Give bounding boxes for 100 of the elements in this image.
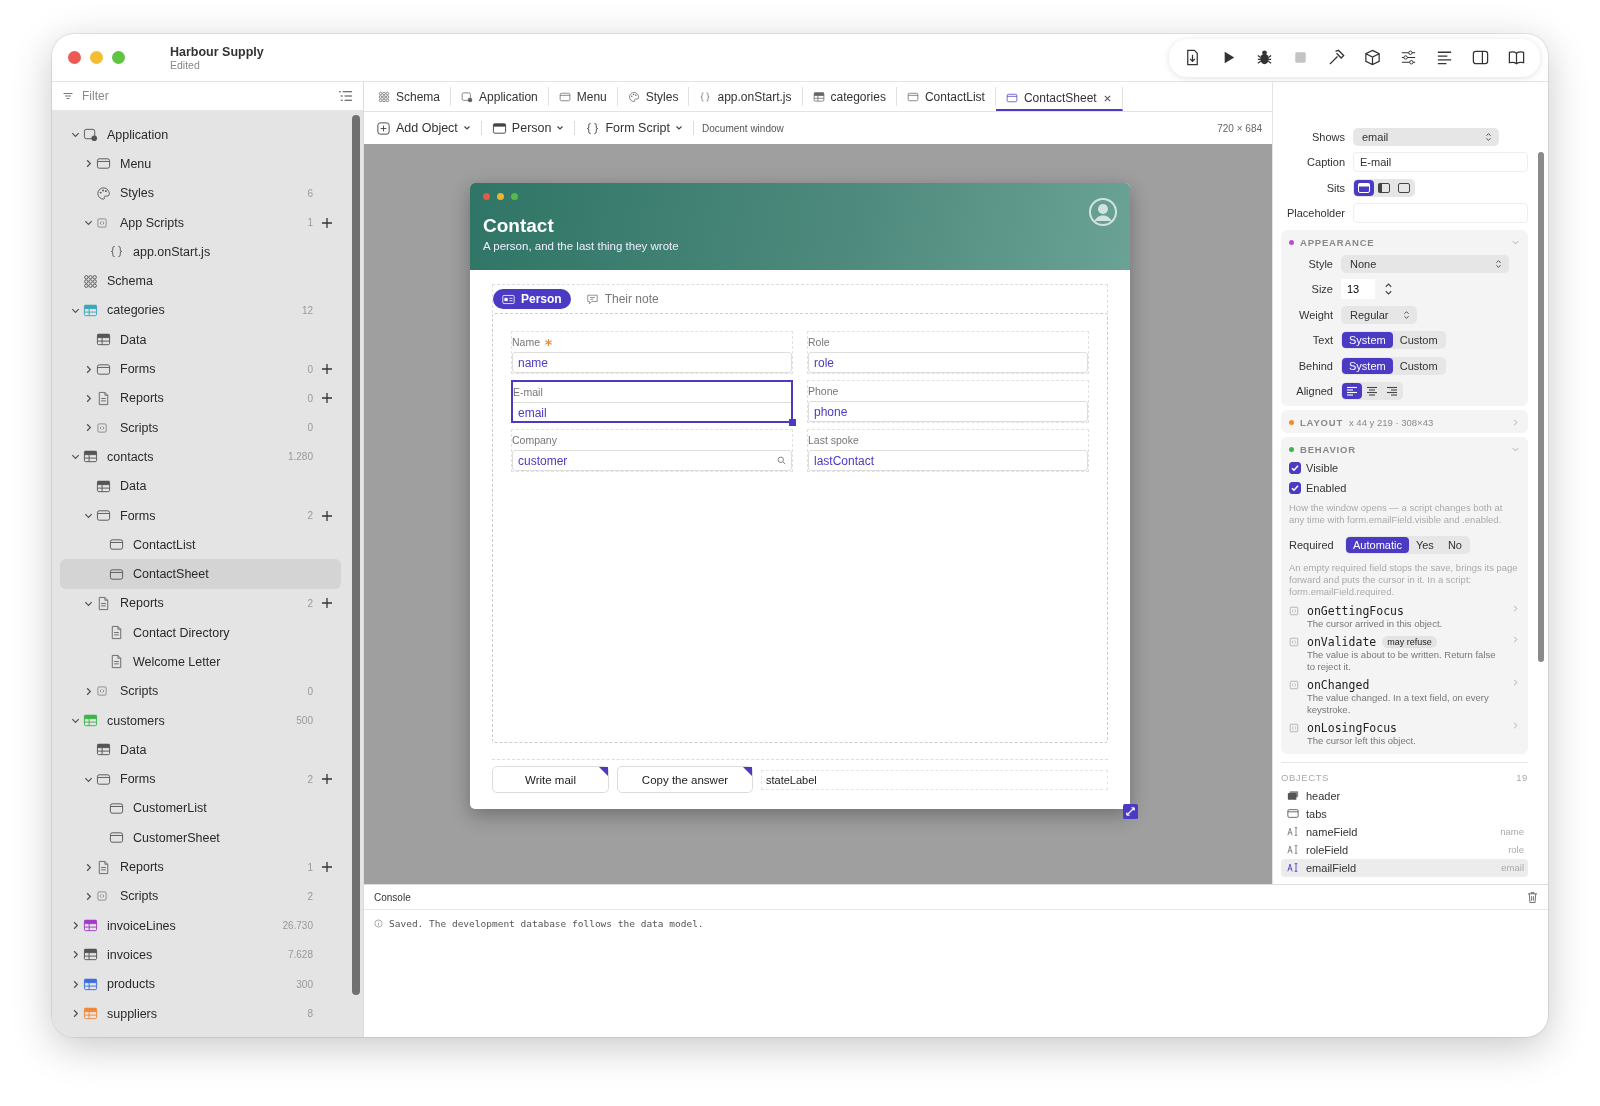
input-field[interactable]: customer <box>512 450 792 471</box>
tree-item[interactable]: CustomerSheet <box>60 823 341 853</box>
segment-option[interactable]: Automatic <box>1346 536 1409 553</box>
form-field[interactable]: E-mail email <box>511 380 793 423</box>
object-item[interactable]: nameField name <box>1281 822 1528 841</box>
tree-item[interactable]: Forms 2 <box>60 764 341 794</box>
resize-handle[interactable] <box>1123 804 1138 819</box>
segment-option[interactable]: System <box>1342 357 1393 374</box>
tree-item[interactable]: app.onStart.js <box>60 237 341 267</box>
object-item[interactable]: tabs <box>1281 804 1528 823</box>
segment-option[interactable]: No <box>1440 536 1469 553</box>
tree-item[interactable]: Forms 0 <box>60 354 341 384</box>
tree-item[interactable]: ContactSheet <box>60 559 341 589</box>
tree-item[interactable]: Data <box>60 325 341 355</box>
object-item[interactable]: header <box>1281 786 1528 805</box>
hammer-icon[interactable] <box>1327 48 1346 67</box>
tree-item[interactable]: Application <box>60 120 341 150</box>
number-field[interactable]: 13 <box>1341 279 1375 300</box>
segment-option[interactable]: Custom <box>1392 357 1445 374</box>
input-field[interactable]: name <box>512 352 792 373</box>
filter-field[interactable]: Filter <box>80 88 332 104</box>
tree-item[interactable]: Reports 0 <box>60 383 341 413</box>
object-item[interactable]: emailField email <box>1281 858 1528 877</box>
plus-icon[interactable] <box>321 773 333 786</box>
tree-item[interactable]: Welcome Letter <box>60 647 341 677</box>
align-option[interactable] <box>1342 383 1362 400</box>
dropdown[interactable]: None <box>1341 254 1509 273</box>
tree-item[interactable]: Forms 2 <box>60 500 341 531</box>
close-button[interactable] <box>68 51 81 64</box>
form-field[interactable]: Company customer <box>511 429 793 472</box>
book-icon[interactable] <box>1507 48 1526 67</box>
tree-item[interactable]: invoiceLines 26.730 <box>60 911 341 941</box>
tree-item[interactable]: contacts 1.280 <box>60 442 341 472</box>
form-menu-button[interactable]: Person <box>489 120 567 136</box>
form-tab[interactable]: Person <box>493 289 571 309</box>
scrollbar[interactable] <box>1538 152 1544 662</box>
tree-item[interactable]: Contact Directory <box>60 618 341 648</box>
tree-item[interactable]: Scripts 2 <box>60 881 341 911</box>
plus-icon[interactable] <box>321 216 333 229</box>
tree-item[interactable]: Styles 6 <box>60 178 341 208</box>
layout-option[interactable] <box>1354 179 1374 196</box>
event-item[interactable]: onChanged The value changed. In a text field, on every keystroke. <box>1289 677 1520 716</box>
checkbox[interactable] <box>1289 462 1301 474</box>
tree-item[interactable]: App Scripts 1 <box>60 207 341 238</box>
form-field[interactable]: Phone phone <box>807 380 1089 423</box>
segment-option[interactable]: Custom <box>1392 332 1445 349</box>
list-options-icon[interactable] <box>338 90 353 102</box>
tree-item[interactable]: Schema <box>60 266 341 296</box>
tree-item[interactable]: Data <box>60 471 341 501</box>
tree-item[interactable]: suppliers 8 <box>60 998 341 1029</box>
editor-tab[interactable]: Schema <box>368 87 452 106</box>
object-item[interactable]: roleField role <box>1281 840 1528 859</box>
tree-item[interactable]: Reports 2 <box>60 588 341 619</box>
tree-item[interactable]: products 300 <box>60 969 341 999</box>
form-field[interactable]: Role role <box>807 331 1089 374</box>
editor-tab[interactable]: ContactList <box>896 87 996 106</box>
tree-item[interactable]: Reports 1 <box>60 852 341 882</box>
text-field[interactable]: E-mail <box>1353 152 1528 173</box>
segment-option[interactable]: Yes <box>1408 536 1441 553</box>
editor-tab[interactable]: Styles <box>617 87 690 106</box>
tree-item[interactable]: Data <box>60 735 341 765</box>
editor-tab[interactable]: Application <box>451 87 549 106</box>
trash-icon[interactable] <box>1527 890 1538 904</box>
tree-item[interactable]: invoices 7.628 <box>60 940 341 970</box>
tree-item[interactable]: ContactList <box>60 530 341 560</box>
plus-icon[interactable] <box>321 509 333 522</box>
resize-handle[interactable] <box>789 419 796 426</box>
plus-icon[interactable] <box>321 597 333 610</box>
segment-option[interactable]: System <box>1342 332 1393 349</box>
tree-item[interactable]: Menu <box>60 149 341 179</box>
plus-icon[interactable] <box>321 861 333 874</box>
input-field[interactable]: phone <box>808 401 1088 422</box>
form-button[interactable]: Copy the answer <box>617 766 753 793</box>
dropdown[interactable]: email <box>1353 127 1499 146</box>
form-tab[interactable]: Their note <box>576 289 668 309</box>
dropdown[interactable]: Regular <box>1341 305 1417 324</box>
tree-item[interactable]: Scripts 0 <box>60 412 341 443</box>
editor-tab[interactable]: categories <box>802 87 897 106</box>
cube-icon[interactable] <box>1363 48 1382 67</box>
tree-item[interactable]: CustomerList <box>60 793 341 824</box>
tree-item[interactable]: customers 500 <box>60 705 341 736</box>
bug-icon[interactable] <box>1255 48 1274 67</box>
plus-icon[interactable] <box>321 392 333 405</box>
sliders-icon[interactable] <box>1399 48 1418 67</box>
event-item[interactable]: onGettingFocus The cursor arrived in this object. <box>1289 603 1520 630</box>
form-button[interactable]: Write mail <box>492 766 609 793</box>
tree-item[interactable]: Scripts 0 <box>60 676 341 706</box>
input-field[interactable]: email <box>513 402 791 423</box>
plus-icon[interactable] <box>321 363 333 375</box>
scrollbar[interactable] <box>352 115 360 995</box>
checkbox[interactable] <box>1289 482 1301 494</box>
form-script-button[interactable]: Form Script <box>583 120 686 136</box>
close-icon[interactable] <box>1102 93 1112 103</box>
event-item[interactable]: onValidate may refuse The value is about to be written. Return false to reject it. <box>1289 634 1520 673</box>
input-field[interactable]: lastContact <box>808 450 1088 471</box>
tree-item[interactable]: categories 12 <box>60 295 341 326</box>
editor-tab[interactable]: Menu <box>548 87 618 106</box>
add-object-button[interactable]: Add Object <box>374 120 473 136</box>
input-field[interactable]: role <box>808 352 1088 373</box>
sidebar-right-icon[interactable] <box>1471 48 1490 67</box>
